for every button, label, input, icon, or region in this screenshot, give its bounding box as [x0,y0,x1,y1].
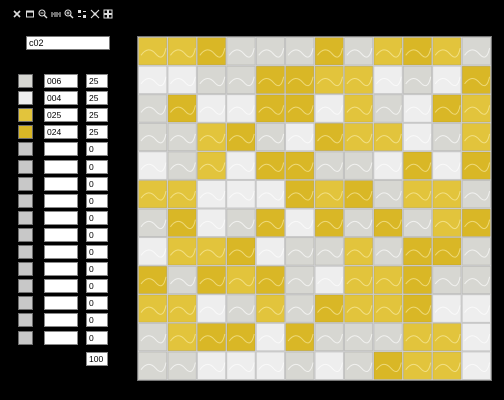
tile-code-field[interactable] [44,262,78,277]
tile-swatch[interactable] [18,313,33,328]
tile-row: 0 [0,330,120,345]
tile-row: 004 25 [0,91,120,106]
tile-code-field[interactable]: 025 [44,108,78,123]
mosaic-preview [137,36,492,381]
tile-percent-field[interactable]: 0 [86,210,108,225]
tile-percent-field[interactable]: 0 [86,330,108,345]
toolbar [12,8,113,20]
tile-row: 0 [0,142,120,157]
grid-icon[interactable] [103,9,113,19]
tile-code-field[interactable] [44,245,78,259]
tile-swatch[interactable] [18,279,33,294]
tile-code-field[interactable] [44,193,78,208]
tile-row: 0 [0,296,120,311]
tile-code-field[interactable] [44,159,78,174]
tile-row: 006 25 [0,74,120,88]
tile-percent-field[interactable]: 0 [86,279,108,294]
tile-swatch[interactable] [18,91,33,106]
mix-name-input[interactable]: c02 [26,36,110,50]
tile-percent-field[interactable]: 25 [86,91,108,106]
tile-row: 024 25 [0,125,120,140]
tile-swatch[interactable] [18,74,33,88]
fit-icon[interactable] [90,9,100,19]
tile-row: 025 25 [0,108,120,123]
window-icon[interactable] [25,9,35,19]
tile-code-field[interactable] [44,296,78,311]
tile-code-field[interactable]: 004 [44,91,78,106]
tile-percent-field[interactable]: 0 [86,176,108,191]
tile-row: 0 [0,193,120,208]
tile-percent-field[interactable]: 0 [86,142,108,157]
tile-swatch[interactable] [18,227,33,242]
tile-row: 0 [0,210,120,225]
tile-percent-field[interactable]: 0 [86,245,108,259]
close-icon[interactable] [12,9,22,19]
tile-row: 0 [0,313,120,328]
tile-row: 0 [0,279,120,294]
tile-code-field[interactable] [44,210,78,225]
tile-swatch[interactable] [18,108,33,123]
tile-code-field[interactable] [44,279,78,294]
tile-row: 0 [0,262,120,277]
tile-row: 0 [0,159,120,174]
tile-swatch[interactable] [18,125,33,140]
tile-percent-field[interactable]: 25 [86,74,108,88]
tile-swatch[interactable] [18,245,33,259]
tile-percent-field[interactable]: 0 [86,296,108,311]
tile-code-field[interactable] [44,176,78,191]
actual-size-icon[interactable] [51,9,61,19]
tile-code-field[interactable]: 006 [44,74,78,88]
tile-swatch[interactable] [18,210,33,225]
tile-swatch[interactable] [18,176,33,191]
total-percent-field: 100 [86,352,108,366]
tile-swatch[interactable] [18,262,33,277]
tile-swatch[interactable] [18,193,33,208]
tile-code-field[interactable] [44,227,78,242]
tile-swatch[interactable] [18,330,33,345]
tile-percent-field[interactable]: 0 [86,159,108,174]
shuffle-icon[interactable] [77,9,87,19]
tile-row: 0 [0,245,120,259]
tile-code-field[interactable] [44,313,78,328]
tile-code-field[interactable] [44,142,78,157]
tile-code-field[interactable]: 024 [44,125,78,140]
tile-swatch[interactable] [18,159,33,174]
tile-percent-field[interactable]: 0 [86,313,108,328]
tile-swatch[interactable] [18,296,33,311]
tile-swatch[interactable] [18,142,33,157]
tile-percent-field[interactable]: 0 [86,262,108,277]
tile-row: 0 [0,227,120,242]
tile-percent-field[interactable]: 25 [86,108,108,123]
tile-percent-field[interactable]: 0 [86,193,108,208]
tile-row: 0 [0,176,120,191]
zoom-out-icon[interactable] [38,9,48,19]
zoom-in-icon[interactable] [64,9,74,19]
tile-percent-field[interactable]: 0 [86,227,108,242]
tile-percent-field[interactable]: 25 [86,125,108,140]
tile-code-field[interactable] [44,330,78,345]
